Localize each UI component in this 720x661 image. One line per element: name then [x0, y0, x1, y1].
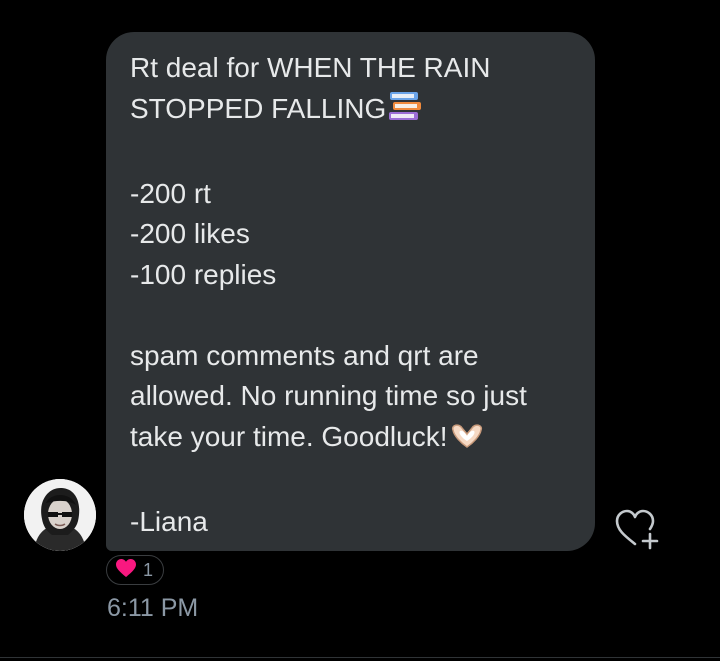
message-line-text: take your time. Goodluck!	[130, 420, 448, 452]
message-bubble: Rt deal for WHEN THE RAIN STOPPED FALLIN…	[106, 32, 595, 551]
message-line: -100 replies	[130, 258, 277, 290]
message-line	[130, 295, 571, 336]
heart-plus-icon	[615, 509, 659, 550]
message-line: -Liana	[130, 505, 208, 537]
red-heart-icon	[115, 558, 137, 583]
message-line: take your time. Goodluck!	[130, 417, 571, 462]
message-line: -200 rt	[130, 177, 211, 209]
message-line: -200 likes	[130, 218, 250, 249]
books-emoji-icon	[388, 90, 422, 134]
message-line-text: STOPPED FALLING	[130, 92, 387, 124]
divider	[0, 657, 720, 658]
message-line	[130, 133, 571, 174]
message-line: Rt deal for WHEN THE RAIN	[130, 52, 491, 83]
reaction-count: 1	[143, 560, 154, 580]
heart-hands-emoji-icon	[449, 421, 485, 462]
add-reaction-button[interactable]	[613, 506, 661, 550]
message-line: spam comments and qrt are	[130, 339, 479, 371]
message-line	[130, 461, 571, 502]
message-timestamp: 6:11 PM	[107, 594, 199, 622]
message-line: allowed. No running time so just	[130, 380, 527, 411]
avatar[interactable]	[24, 479, 96, 551]
message-line: STOPPED FALLING	[130, 89, 571, 134]
reaction-badge[interactable]: 1	[106, 555, 165, 585]
